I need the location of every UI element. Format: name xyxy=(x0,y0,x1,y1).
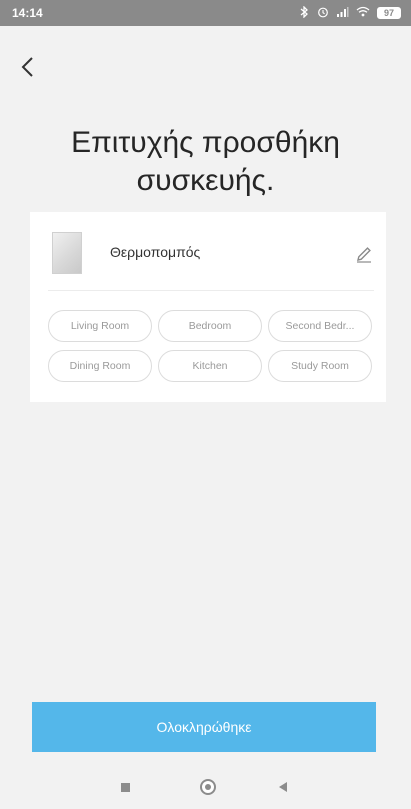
back-button[interactable] xyxy=(20,52,50,82)
home-icon[interactable] xyxy=(200,779,216,795)
room-chip-kitchen[interactable]: Kitchen xyxy=(158,350,262,382)
divider xyxy=(48,290,374,291)
room-chip-dining-room[interactable]: Dining Room xyxy=(48,350,152,382)
device-row: Θερμοπομπός xyxy=(30,212,386,290)
status-time: 14:14 xyxy=(12,6,43,20)
bluetooth-icon xyxy=(299,4,310,21)
signal-icon xyxy=(336,6,349,20)
room-chip-second-bedroom[interactable]: Second Bedr... xyxy=(268,310,372,342)
device-image xyxy=(52,232,82,274)
edit-name-button[interactable] xyxy=(352,242,376,266)
device-card: Θερμοπομπός Living Room Bedroom Second B… xyxy=(30,212,386,402)
battery-icon: 97 xyxy=(377,7,401,19)
room-chip-bedroom[interactable]: Bedroom xyxy=(158,310,262,342)
page-title-line-2: συσκευής. xyxy=(136,164,275,197)
page-title: Επιτυχής προσθήκη συσκευής. xyxy=(0,124,411,200)
done-button[interactable]: Ολοκληρώθηκε xyxy=(32,702,376,752)
pencil-icon xyxy=(357,247,371,263)
chevron-left-icon xyxy=(21,57,33,77)
page-title-line-1: Επιτυχής προσθήκη xyxy=(71,126,340,159)
status-bar: 14:14 97 xyxy=(0,0,411,26)
room-chip-list: Living Room Bedroom Second Bedr... Dinin… xyxy=(48,310,378,382)
wifi-icon xyxy=(356,6,370,20)
status-icons: 97 xyxy=(299,4,401,21)
alarm-icon xyxy=(317,6,329,21)
system-nav-bar xyxy=(0,765,411,809)
room-chip-study-room[interactable]: Study Room xyxy=(268,350,372,382)
room-chip-living-room[interactable]: Living Room xyxy=(48,310,152,342)
back-triangle-icon[interactable] xyxy=(279,782,287,792)
recents-icon[interactable] xyxy=(121,783,130,792)
device-name: Θερμοπομπός xyxy=(110,244,201,260)
